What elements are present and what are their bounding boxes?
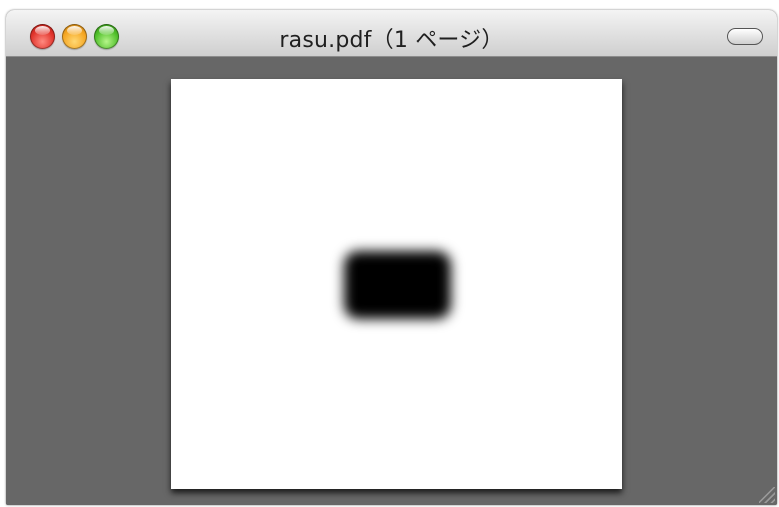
preview-window: rasu.pdf（1 ページ） (6, 10, 777, 505)
toolbar-toggle-button[interactable] (727, 28, 763, 45)
blurred-rectangle-image (344, 251, 451, 319)
title-bar[interactable]: rasu.pdf（1 ページ） (6, 10, 777, 57)
pdf-page (171, 79, 622, 489)
document-view[interactable] (6, 57, 777, 505)
resize-grip-icon[interactable] (759, 487, 775, 503)
window-title: rasu.pdf（1 ページ） (279, 28, 504, 53)
